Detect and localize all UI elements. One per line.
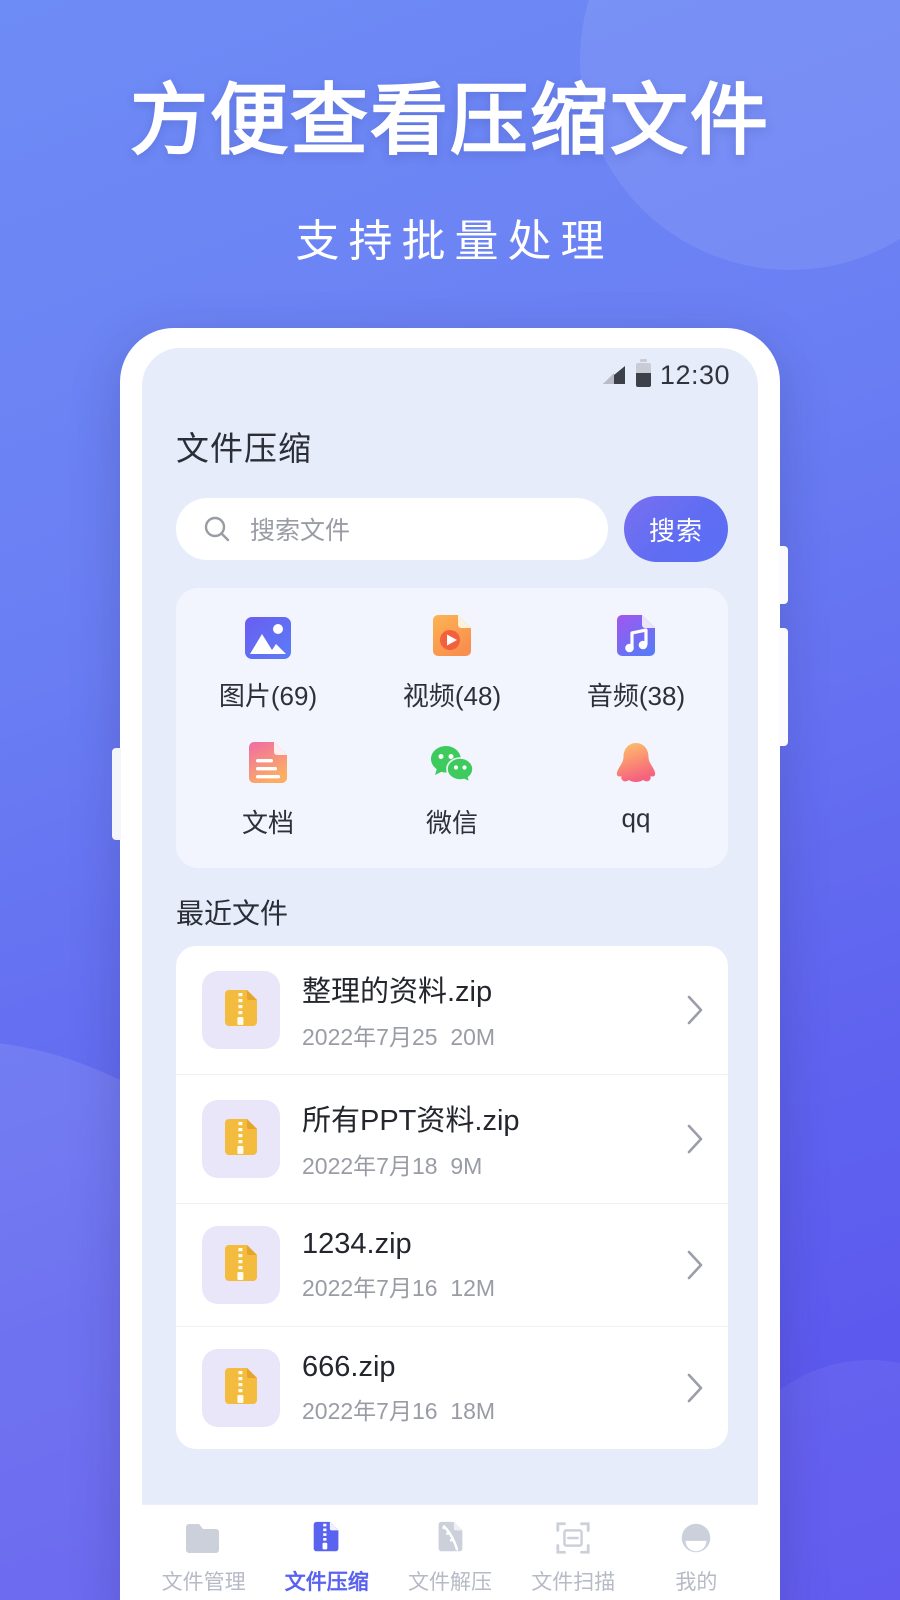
list-item[interactable]: 1234.zip 2022年7月16 12M: [176, 1203, 728, 1326]
zip-icon-wrap: [202, 1100, 280, 1178]
phone-right-button-upper: [779, 546, 788, 604]
tab-file-manager[interactable]: 文件管理: [142, 1519, 265, 1596]
folder-icon: [185, 1524, 219, 1553]
category-item-wechat[interactable]: 微信: [360, 739, 544, 840]
category-card: 图片(69) 视频(48) 音频(38) 文档 微信 qq: [176, 588, 728, 868]
qq-penguin-icon: [616, 743, 656, 782]
phone-right-button-lower: [779, 628, 788, 746]
tab-label: 文件管理: [161, 1571, 246, 1594]
file-size: 9M: [450, 1153, 483, 1179]
file-info: 1234.zip 2022年7月16 12M: [302, 1228, 662, 1303]
list-item[interactable]: 666.zip 2022年7月16 18M: [176, 1326, 728, 1449]
file-meta: 2022年7月25 20M: [302, 1018, 662, 1052]
file-size: 20M: [450, 1024, 496, 1050]
zip-file-icon: [225, 990, 257, 1026]
tab-label: 文件压缩: [284, 1571, 369, 1594]
tab-label: 文件解压: [408, 1571, 492, 1594]
zip-file-icon: [225, 1245, 257, 1281]
file-size: 12M: [450, 1274, 496, 1301]
tab-label: 我的: [675, 1571, 718, 1594]
tab-file-compress[interactable]: 文件压缩: [265, 1519, 388, 1596]
tab-label: 文件扫描: [531, 1571, 616, 1594]
file-name: 1234.zip: [302, 1227, 412, 1260]
user-avatar-icon: [682, 1523, 711, 1553]
search-placeholder: 搜索文件: [250, 517, 351, 545]
list-item[interactable]: 所有PPT资料.zip 2022年7月18 9M: [176, 1074, 728, 1203]
poster-headline: 方便查看压缩文件: [129, 76, 770, 164]
status-bar: 12:30: [142, 348, 758, 398]
file-date: 2022年7月18: [302, 1153, 438, 1179]
file-name: 所有PPT资料.zip: [302, 1105, 520, 1137]
search-row: 搜索文件 搜索: [142, 470, 758, 562]
recent-files-list: 整理的资料.zip 2022年7月25 20M 所有PPT资料.zip 2022…: [176, 946, 728, 1449]
search-icon: [204, 516, 230, 542]
phone-screen: 12:30 文件压缩 搜索文件 搜索 图片(69) 视频(48) 音频(38) …: [142, 348, 758, 1600]
image-file-icon: [245, 617, 291, 659]
file-info: 所有PPT资料.zip 2022年7月18 9M: [302, 1097, 662, 1181]
category-item-videos[interactable]: 视频(48): [360, 612, 544, 713]
document-file-icon: [249, 742, 287, 783]
unzip-icon: [438, 1521, 463, 1552]
category-row-2: 文档 微信 qq: [176, 739, 728, 840]
audio-file-icon: [617, 615, 655, 656]
file-name: 666.zip: [302, 1350, 396, 1383]
category-label: 视频(48): [402, 681, 502, 711]
file-size: 18M: [450, 1397, 496, 1424]
zip-file-icon: [225, 1368, 257, 1404]
zip-icon-wrap: [202, 1226, 280, 1304]
file-name: 整理的资料.zip: [302, 976, 493, 1008]
bottom-tab-bar: 文件管理 文件压缩 文件解压 文件扫描 我的: [142, 1504, 758, 1600]
file-info: 666.zip 2022年7月16 18M: [302, 1351, 662, 1426]
poster-subheadline: 支持批量处理: [295, 217, 614, 266]
category-label: 音频(38): [586, 681, 686, 711]
zip-file-icon: [225, 1119, 257, 1155]
signal-bars-icon: [602, 366, 625, 384]
phone-mockup: 12:30 文件压缩 搜索文件 搜索 图片(69) 视频(48) 音频(38) …: [112, 328, 788, 1600]
category-label: 文档: [241, 808, 294, 838]
search-button[interactable]: 搜索: [624, 496, 728, 562]
file-info: 整理的资料.zip 2022年7月25 20M: [302, 968, 662, 1052]
category-item-qq[interactable]: qq: [544, 739, 728, 840]
list-item[interactable]: 整理的资料.zip 2022年7月25 20M: [176, 946, 728, 1074]
recent-section-title: 最近文件: [176, 898, 289, 929]
file-meta: 2022年7月16 18M: [302, 1392, 662, 1426]
zip-icon-wrap: [202, 971, 280, 1049]
category-label: 微信: [425, 808, 478, 838]
category-item-images[interactable]: 图片(69): [176, 612, 360, 713]
chevron-right-icon[interactable]: [684, 1121, 706, 1157]
category-row-1: 图片(69) 视频(48) 音频(38): [176, 612, 728, 713]
file-meta: 2022年7月16 12M: [302, 1269, 662, 1303]
file-date: 2022年7月16: [302, 1397, 438, 1424]
chevron-right-icon[interactable]: [684, 992, 706, 1028]
tab-profile[interactable]: 我的: [635, 1519, 758, 1596]
tab-file-scan[interactable]: 文件扫描: [512, 1519, 635, 1596]
wechat-icon: [431, 746, 474, 784]
scan-frame-icon: [556, 1522, 590, 1554]
promo-poster: 方便查看压缩文件 支持批量处理 12:30 文件压缩 搜索文件 搜索 图片(69…: [0, 0, 900, 1600]
category-item-documents[interactable]: 文档: [176, 739, 360, 840]
chevron-right-icon[interactable]: [684, 1247, 706, 1283]
status-clock: 12:30: [659, 359, 730, 390]
video-file-icon: [433, 615, 471, 656]
zip-icon-wrap: [202, 1349, 280, 1427]
file-date: 2022年7月16: [302, 1274, 438, 1301]
page-title: 文件压缩: [176, 430, 312, 467]
file-date: 2022年7月25: [302, 1024, 438, 1050]
file-meta: 2022年7月18 9M: [302, 1147, 662, 1181]
battery-icon: [635, 359, 651, 387]
chevron-right-icon[interactable]: [684, 1370, 706, 1406]
zip-compress-icon: [313, 1521, 339, 1552]
phone-left-button: [112, 748, 121, 840]
tab-file-extract[interactable]: 文件解压: [388, 1519, 511, 1596]
category-label: qq: [621, 803, 651, 833]
category-label: 图片(69): [218, 681, 318, 711]
category-item-audio[interactable]: 音频(38): [544, 612, 728, 713]
search-input[interactable]: 搜索文件: [176, 498, 608, 560]
